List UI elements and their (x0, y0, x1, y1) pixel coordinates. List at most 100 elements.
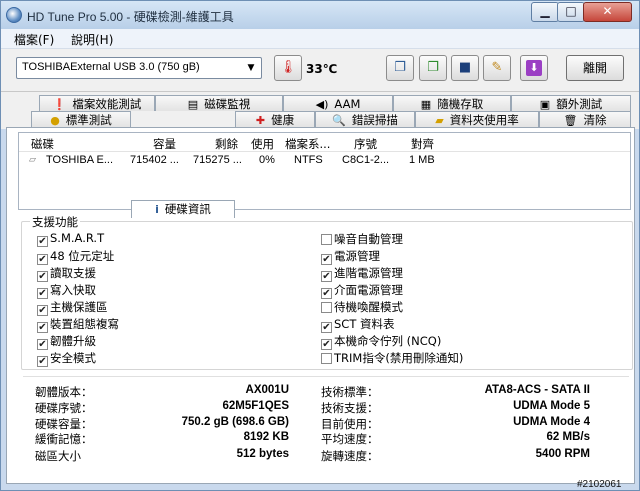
detail-label: 技術支援： (321, 401, 379, 415)
minimize-button[interactable]: ▁ (531, 2, 559, 22)
feature-firmware-upgrade: ✔ 韌體升級 (37, 333, 96, 350)
feature-checkbox[interactable]: ✔ (37, 339, 48, 350)
standard-value: ATA8-ACS - SATA II (484, 384, 590, 396)
feature-checkbox[interactable]: ✔ (321, 254, 332, 265)
details-divider (23, 376, 629, 377)
feature-label: 電源管理 (334, 249, 380, 263)
copy-icon[interactable]: ❐ (386, 55, 414, 81)
feature-checkbox[interactable]: ✔ (37, 271, 48, 282)
title-bar[interactable]: HD Tune Pro 5.00 - 硬碟檢測-維護工具 ▁ □ ✕ (1, 1, 639, 29)
feature-sct-tables: ✔ SCT 資料表 (321, 316, 395, 333)
feature-checkbox[interactable] (321, 234, 332, 245)
volume-alignment: 1 MB (409, 154, 435, 166)
detail-label: 技術標準： (321, 385, 379, 399)
health-cross-icon: ✚ (255, 114, 266, 127)
buffer-value: 8192 KB (243, 431, 289, 443)
column-header[interactable]: 序號 (354, 136, 377, 152)
feature-checkbox[interactable]: ✔ (37, 305, 48, 316)
feature-checkbox[interactable]: ✔ (37, 236, 48, 247)
tab-label: 磁碟監視 (204, 97, 251, 111)
feature-checkbox[interactable]: ✔ (37, 356, 48, 367)
tab-label: 健康 (271, 113, 295, 127)
menu-bar: 檔案(F) 說明(H) (1, 29, 639, 49)
tab-health[interactable]: ✚ 健康 (235, 111, 315, 127)
volume-list-header: 磁碟 容量 剩餘 使用 檔案系... 序號 對齊 (19, 133, 630, 152)
feature-label: 待機喚醒模式 (334, 300, 403, 314)
feature-checkbox[interactable]: ✔ (321, 322, 332, 333)
window-title: HD Tune Pro 5.00 - 硬碟檢測-維護工具 (27, 10, 234, 24)
watermark: #2102061 (577, 479, 622, 490)
feature-checkbox[interactable]: ✔ (37, 322, 48, 333)
feature-label: S.M.A.R.T (50, 231, 105, 245)
tab-info[interactable]: i 硬碟資訊 (131, 200, 235, 218)
feature-label: 安全模式 (50, 351, 96, 365)
feature-security-mode: ✔ 安全模式 (37, 350, 96, 367)
feature-ncq: ✔ 本機命令佇列 (NCQ) (321, 333, 441, 350)
tab-error-scan[interactable]: 🔍 錯誤掃描 (315, 111, 415, 127)
volume-list[interactable]: 磁碟 容量 剩餘 使用 檔案系... 序號 對齊 ▱ TOSHIBA E... … (18, 132, 631, 210)
tab-random-access[interactable]: ▦ 隨機存取 (393, 95, 511, 111)
feature-checkbox[interactable]: ✔ (321, 288, 332, 299)
menu-file[interactable]: 檔案(F) (14, 31, 54, 48)
menu-help[interactable]: 說明(H) (71, 31, 113, 48)
feature-checkbox[interactable] (321, 353, 332, 364)
trash-icon: 🗑 (563, 114, 578, 127)
firmware-version-value: AX001U (245, 384, 289, 396)
save-icon[interactable]: ■ (451, 55, 479, 81)
feature-checkbox[interactable]: ✔ (37, 288, 48, 299)
tab-label: 錯誤掃描 (351, 113, 398, 127)
wrench-icon[interactable]: ✎ (483, 55, 511, 81)
tab-disk-monitor[interactable]: ▤ 磁碟監視 (155, 95, 283, 111)
rotation-speed-value: 5400 RPM (535, 448, 590, 460)
feature-trim: TRIM指令(禁用刪除通知) (321, 350, 463, 365)
detail-label: 平均速度： (321, 432, 379, 446)
tab-extra-tests[interactable]: ▣ 額外測試 (511, 95, 631, 111)
detail-label: 目前使用： (321, 417, 379, 431)
tab-strip: ❗ 檔案效能測試 ▤ 磁碟監視 ◀) AAM ▦ 隨機存取 ▣ 額外測試 ● 標準測試 i硬… (1, 92, 639, 218)
exit-button[interactable]: 離開 (566, 55, 624, 81)
tab-file-benchmark[interactable]: ❗ 檔案效能測試 (39, 95, 155, 111)
tab-erase[interactable]: 🗑 清除 (539, 111, 631, 127)
drive-select[interactable]: TOSHIBAExternal USB 3.0 (750 gB) ▼ (16, 57, 262, 79)
detail-label: 緩衝記憶： (35, 432, 93, 446)
tab-label: 清除 (583, 113, 607, 127)
tab-benchmark[interactable]: ● 標準測試 (31, 111, 131, 127)
feature-advanced-power-management: ✔ 進階電源管理 (321, 265, 403, 282)
supported-mode-value: UDMA Mode 5 (513, 400, 590, 412)
feature-checkbox[interactable]: ✔ (37, 254, 48, 265)
close-button[interactable]: ✕ (583, 2, 632, 22)
tab-label: 資料夾使用率 (449, 113, 519, 127)
feature-checkbox[interactable] (321, 302, 332, 313)
volume-filesystem: NTFS (294, 154, 323, 166)
feature-label: TRIM指令(禁用刪除通知) (334, 351, 464, 365)
column-header[interactable]: 檔案系... (285, 136, 330, 152)
feature-acoustic-management: 噪音自動管理 (321, 231, 403, 246)
volume-used: 0% (259, 154, 275, 166)
maximize-button[interactable]: □ (557, 2, 585, 22)
column-header[interactable]: 使用 (251, 136, 274, 152)
active-mode-value: UDMA Mode 4 (513, 416, 590, 428)
feature-power-up-in-standby: 待機喚醒模式 (321, 299, 403, 314)
tab-label: AAM (334, 97, 361, 111)
drive-select-value: TOSHIBAExternal USB 3.0 (750 gB) (22, 61, 200, 73)
feature-checkbox[interactable]: ✔ (321, 339, 332, 350)
column-header[interactable]: 容量 (153, 136, 176, 152)
feature-label: 噪音自動管理 (334, 232, 403, 246)
tab-folder-usage[interactable]: ▰ 資料夾使用率 (415, 111, 539, 127)
column-header[interactable]: 對齊 (411, 136, 434, 152)
save-screenshot-icon[interactable]: ❐ (419, 55, 447, 81)
table-row[interactable]: ▱ TOSHIBA E... 715402 ... 715275 ... 0% … (19, 153, 630, 169)
feature-read-lookahead: ✔ 讀取支援 (37, 265, 96, 282)
chevron-down-icon[interactable]: ▼ (243, 60, 259, 76)
detail-label: 硬碟序號： (35, 401, 93, 415)
thermometer-icon: 🌡 (274, 55, 302, 81)
column-header[interactable]: 剩餘 (215, 136, 238, 152)
feature-interface-power-management: ✔ 介面電源管理 (321, 282, 403, 299)
volume-serial: C8C1-2... (342, 154, 390, 166)
detail-label: 硬碟容量： (35, 417, 93, 431)
download-icon[interactable]: ⬇ (520, 55, 548, 81)
column-header[interactable]: 磁碟 (31, 136, 54, 152)
tab-aam[interactable]: ◀) AAM (283, 95, 393, 111)
feature-write-cache: ✔ 寫入快取 (37, 282, 96, 299)
feature-checkbox[interactable]: ✔ (321, 271, 332, 282)
